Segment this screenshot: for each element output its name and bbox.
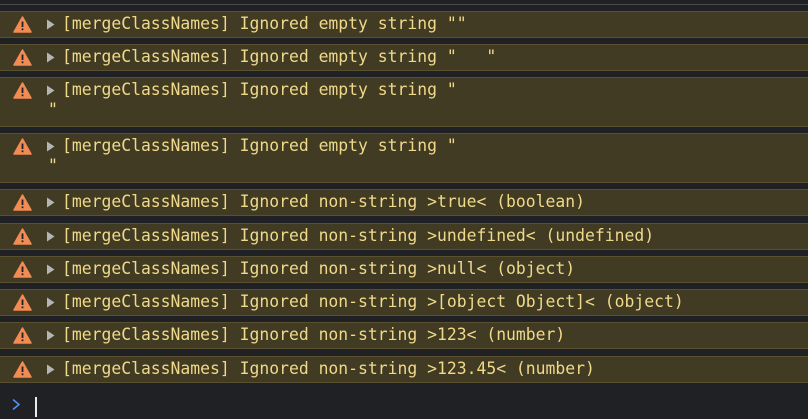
warning-icon <box>13 294 32 311</box>
console-message-text: [mergeClassNames] Ignored non-string >un… <box>62 226 655 245</box>
expand-triangle-icon[interactable] <box>46 297 55 308</box>
warning-icon <box>13 361 32 378</box>
console-message-row[interactable]: [mergeClassNames] Ignored non-string >12… <box>0 356 808 383</box>
console-message-text: [mergeClassNames] Ignored empty string "… <box>62 47 497 66</box>
console-message-row[interactable]: [mergeClassNames] Ignored non-string >nu… <box>0 256 808 283</box>
console-message-row[interactable]: [mergeClassNames] Ignored non-string >[o… <box>0 289 808 316</box>
warning-icon <box>13 16 32 33</box>
expand-triangle-icon[interactable] <box>46 231 55 242</box>
console-message-row[interactable]: [mergeClassNames] Ignored non-string >un… <box>0 223 808 250</box>
warning-icon <box>13 194 32 211</box>
console-message-text: [mergeClassNames] Ignored empty string "… <box>48 136 457 175</box>
console-message-row[interactable]: [mergeClassNames] Ignored empty string "… <box>0 133 808 183</box>
chevron-right-icon <box>12 399 20 410</box>
expand-triangle-icon[interactable] <box>46 364 55 375</box>
console-message-row[interactable]: [mergeClassNames] Ignored empty string "… <box>0 11 808 38</box>
console-message-text: [mergeClassNames] Ignored non-string >[o… <box>62 292 684 311</box>
warning-icon <box>13 228 32 245</box>
console-message-text: [mergeClassNames] Ignored non-string >tr… <box>62 192 586 211</box>
expand-triangle-icon[interactable] <box>46 264 55 275</box>
warning-icon <box>13 49 32 66</box>
expand-triangle-icon[interactable] <box>46 330 55 341</box>
console-message-row[interactable]: [mergeClassNames] Ignored non-string >tr… <box>0 189 808 216</box>
warning-icon <box>13 261 32 278</box>
warning-icon <box>13 327 32 344</box>
top-divider <box>0 4 808 5</box>
console-prompt[interactable] <box>0 388 808 419</box>
console-message-text: [mergeClassNames] Ignored non-string >12… <box>62 359 595 378</box>
console-input-caret[interactable] <box>35 397 37 417</box>
expand-triangle-icon[interactable] <box>46 197 55 208</box>
console-panel: [mergeClassNames] Ignored empty string "… <box>0 0 808 419</box>
warning-icon <box>13 138 32 155</box>
console-message-row[interactable]: [mergeClassNames] Ignored empty string "… <box>0 77 808 127</box>
warning-icon <box>13 82 32 99</box>
console-message-text: [mergeClassNames] Ignored empty string "… <box>48 80 457 119</box>
console-message-text: [mergeClassNames] Ignored non-string >nu… <box>62 259 576 278</box>
console-message-text: [mergeClassNames] Ignored non-string >12… <box>62 325 566 344</box>
expand-triangle-icon[interactable] <box>46 52 55 63</box>
console-message-row[interactable]: [mergeClassNames] Ignored empty string "… <box>0 44 808 71</box>
console-message-text: [mergeClassNames] Ignored empty string "… <box>62 14 467 33</box>
console-message-row[interactable]: [mergeClassNames] Ignored non-string >12… <box>0 322 808 349</box>
expand-triangle-icon[interactable] <box>46 19 55 30</box>
